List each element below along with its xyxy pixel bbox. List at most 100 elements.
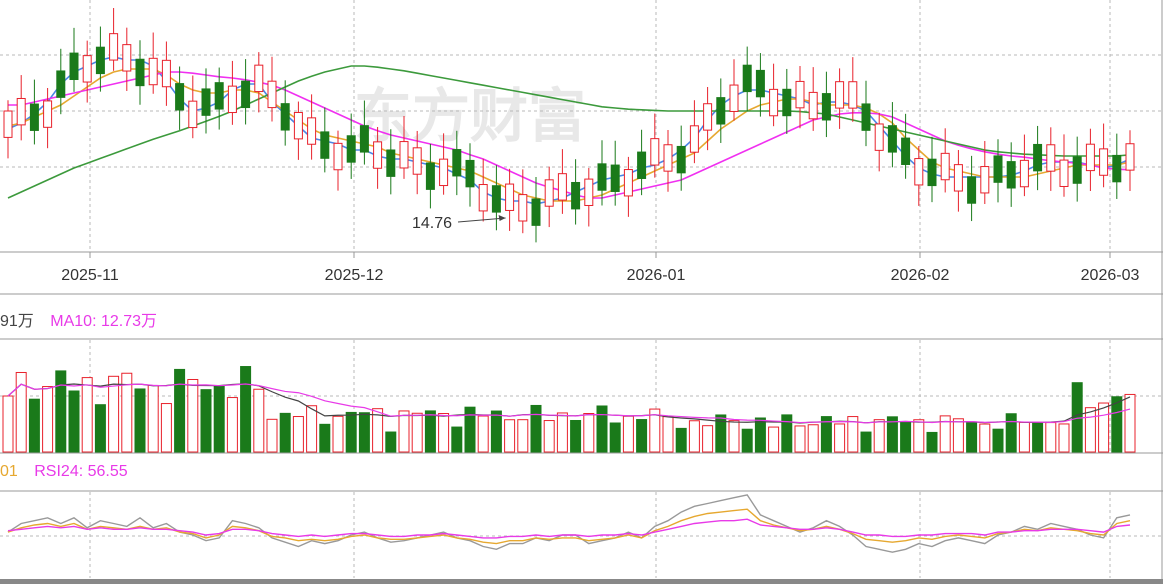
volume-bar-up bbox=[187, 378, 199, 453]
volume-bar-up bbox=[1058, 423, 1070, 453]
volume-bar-up bbox=[688, 420, 700, 453]
volume-bar-down bbox=[240, 366, 252, 453]
volume-bar-up bbox=[306, 405, 318, 453]
volume-bar-down bbox=[451, 426, 463, 453]
volume-bar-down bbox=[94, 404, 106, 453]
stock-chart: 东方财富 14.76 2025-11 2025-12 2026-01 2026-02 2… bbox=[0, 0, 1163, 584]
candle-up bbox=[188, 100, 198, 129]
candle-up bbox=[729, 84, 739, 112]
volume-bar-up bbox=[662, 416, 674, 453]
volume-bar-up bbox=[768, 426, 780, 453]
candle-down bbox=[1006, 161, 1016, 189]
candle-down bbox=[887, 125, 897, 153]
candle-up bbox=[940, 152, 950, 181]
volume-bar-up bbox=[583, 413, 595, 453]
volume-bar-down bbox=[1032, 422, 1044, 453]
volume-bar-up bbox=[913, 419, 925, 453]
candle-up bbox=[1019, 159, 1029, 188]
volume-bar-up bbox=[1045, 422, 1057, 453]
candle-up bbox=[82, 55, 92, 83]
candle-down bbox=[491, 185, 501, 213]
candle-up bbox=[1059, 159, 1069, 187]
candle-up bbox=[267, 80, 277, 109]
candle-down bbox=[280, 103, 290, 131]
candle-down bbox=[359, 125, 369, 153]
volume-bar-down bbox=[345, 411, 357, 453]
candle-down bbox=[901, 137, 911, 165]
candle-down bbox=[742, 64, 752, 93]
candle-down bbox=[531, 198, 541, 226]
volume-bar-down bbox=[424, 410, 436, 453]
candle-up bbox=[1125, 143, 1135, 171]
volume-bar-up bbox=[517, 419, 529, 453]
volume-bar-down bbox=[675, 427, 687, 453]
candle-down bbox=[386, 149, 396, 177]
volume-bar-up bbox=[81, 377, 93, 453]
candle-down bbox=[95, 46, 105, 75]
candle-down bbox=[1072, 156, 1082, 184]
x-axis: 2025-11 2025-12 2026-01 2026-02 2026-03 bbox=[61, 252, 1139, 284]
candle-up bbox=[980, 166, 990, 194]
volume-bar-down bbox=[213, 385, 225, 453]
bottom-scrollbar bbox=[0, 579, 1163, 584]
candle-up bbox=[1099, 148, 1109, 176]
volume-bar-up bbox=[556, 412, 568, 453]
volume-bar-down bbox=[28, 398, 40, 453]
candle-up bbox=[557, 173, 567, 201]
volume-bar-down bbox=[1005, 413, 1017, 453]
candle-up bbox=[122, 44, 132, 72]
candle-down bbox=[201, 88, 211, 116]
candle-down bbox=[993, 155, 1003, 183]
volume-bar-up bbox=[807, 424, 819, 453]
low-annotation-label: 14.76 bbox=[412, 215, 452, 232]
candle-up bbox=[333, 142, 343, 171]
candle-up bbox=[914, 158, 924, 186]
volume-bar-down bbox=[992, 428, 1004, 453]
volume-bar-up bbox=[1098, 402, 1110, 453]
volume-bar-down bbox=[570, 419, 582, 453]
candle-up bbox=[412, 147, 422, 175]
candle-up bbox=[1046, 144, 1056, 172]
candle-down bbox=[29, 103, 39, 131]
candle-down bbox=[69, 52, 79, 81]
volume-bar-up bbox=[794, 425, 806, 453]
volume-bar-down bbox=[1111, 396, 1123, 453]
volume-bar-up bbox=[1084, 407, 1096, 453]
low-annotation-arrowhead bbox=[498, 215, 506, 221]
candle-down bbox=[1112, 154, 1122, 183]
volume-bar-down bbox=[134, 388, 146, 453]
volume-bar-up bbox=[292, 416, 304, 453]
volume-bar-up bbox=[266, 418, 278, 453]
candle-up bbox=[505, 183, 515, 211]
candle-up bbox=[254, 64, 264, 93]
volume-bar-down bbox=[55, 370, 67, 453]
candle-up bbox=[623, 169, 633, 197]
candle-down bbox=[637, 151, 647, 179]
candle-up bbox=[3, 110, 13, 138]
rsi6-line bbox=[7, 494, 1131, 553]
candle-down bbox=[716, 97, 726, 125]
volume-bar-down bbox=[385, 431, 397, 453]
volume-bar-down bbox=[966, 421, 978, 453]
volume-bar-up bbox=[160, 403, 172, 453]
volume-bar-down bbox=[781, 414, 793, 453]
volume-bar-up bbox=[411, 412, 423, 453]
volume-bar-up bbox=[1124, 393, 1136, 453]
candle-up bbox=[874, 123, 884, 151]
volume-bar-up bbox=[873, 419, 885, 453]
candle-up bbox=[307, 117, 317, 145]
candle-up bbox=[769, 88, 779, 117]
volume-bar-up bbox=[834, 423, 846, 453]
candle-up bbox=[148, 57, 158, 86]
volume-bar-down bbox=[174, 368, 186, 453]
volume-bar-down bbox=[200, 389, 212, 453]
low-annotation-arrow bbox=[457, 217, 506, 223]
volume-bar-down bbox=[319, 423, 331, 453]
volume-bar-down bbox=[279, 412, 291, 453]
volume-bar-down bbox=[609, 422, 621, 453]
volume-bar-up bbox=[504, 419, 516, 453]
volume-bar-up bbox=[108, 375, 120, 453]
volume-bar-up bbox=[952, 418, 964, 453]
volume-bar-up bbox=[398, 410, 410, 453]
candle-down bbox=[465, 159, 475, 188]
